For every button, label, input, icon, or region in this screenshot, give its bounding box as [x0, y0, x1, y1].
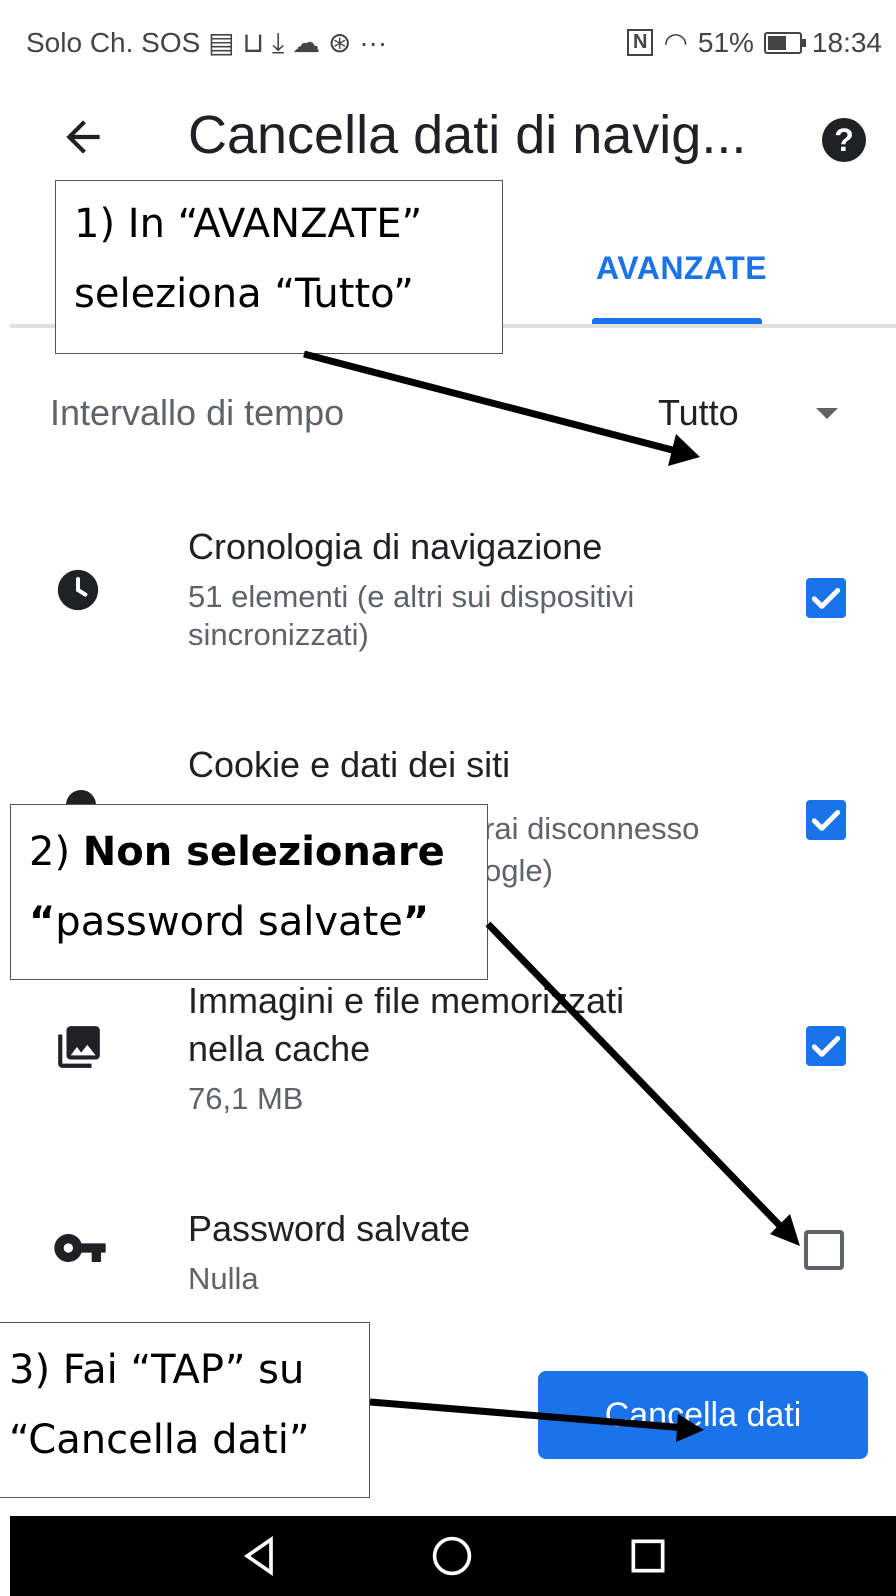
annotation-step1-line2: seleziona “Tutto” — [74, 271, 414, 317]
history-title: Cronologia di navigazione — [188, 526, 603, 567]
sim-card-icon: ▤ — [208, 27, 235, 58]
annotation-step3: 3) Fai “TAP” su “Cancella dati” — [0, 1322, 370, 1498]
annotation-step3-line2: “Cancella dati” — [9, 1417, 310, 1463]
dropdown-arrow-icon[interactable] — [816, 408, 838, 419]
cookies-subtitle-2: ogle) — [484, 853, 553, 888]
clock-icon — [57, 569, 99, 611]
page-title: Cancella dati di navig... — [188, 105, 747, 165]
cache-size: 76,1 MB — [188, 1081, 304, 1116]
cache-title-2: nella cache — [188, 1028, 371, 1069]
help-icon[interactable]: ? — [822, 118, 866, 162]
history-subtitle-1: 51 elementi (e altri sui dispositivi — [188, 579, 635, 614]
cookies-checkbox[interactable] — [806, 800, 846, 840]
download-icon: ⤓ — [271, 27, 285, 58]
image-stack-icon — [58, 1026, 100, 1068]
back-arrow-icon[interactable] — [58, 112, 108, 162]
arrow-step1-head — [668, 434, 700, 466]
annotation-step2: 2) Non selezionare “password salvate” — [10, 804, 488, 980]
time-range-label: Intervallo di tempo — [50, 392, 345, 433]
navigation-bar — [10, 1516, 896, 1596]
cookies-subtitle-1: rai disconnesso — [484, 811, 700, 846]
cloud-icon: ☁ — [292, 27, 321, 58]
passwords-checkbox[interactable] — [804, 1230, 844, 1270]
laptop-icon: ⊔ — [242, 27, 265, 58]
annotation-step2-line1: 2) Non selezionare — [29, 817, 487, 887]
annotation-step1-line1: 1) In “AVANZATE” — [74, 201, 423, 247]
annotation-step2-quote-close: ” — [402, 899, 430, 945]
nav-back-icon[interactable] — [238, 1534, 282, 1578]
annotation-step2-prefix: 2) — [29, 829, 83, 875]
battery-icon — [763, 31, 806, 54]
clock-time: 18:34 — [811, 26, 882, 58]
history-checkbox[interactable] — [806, 578, 846, 618]
annotation-step2-line2: “password salvate” — [29, 887, 487, 957]
nav-home-icon[interactable] — [430, 1534, 474, 1578]
carrier-text: Solo Ch. SOS — [26, 27, 201, 58]
annotation-step2-quote-open: “ — [29, 899, 56, 945]
nfc-icon: N — [626, 29, 654, 56]
tab-advanced[interactable]: AVANZATE — [596, 250, 767, 287]
passwords-subtitle: Nulla — [188, 1261, 259, 1296]
steering-icon: ⊛ — [327, 27, 352, 58]
key-icon — [54, 1234, 106, 1262]
annotation-step1: 1) In “AVANZATE” seleziona “Tutto” — [55, 180, 503, 354]
passwords-title: Password salvate — [188, 1208, 471, 1249]
cache-checkbox[interactable] — [806, 1026, 846, 1066]
status-bar-right: N ◠ 51% 18:34 — [626, 26, 882, 59]
annotation-step3-line1: 3) Fai “TAP” su — [9, 1347, 305, 1393]
more-icon: ··· — [359, 27, 388, 58]
annotation-step2-text: password salvate — [55, 899, 403, 945]
annotation-step2-bold: Non selezionare — [82, 829, 445, 875]
status-bar-left: Solo Ch. SOS ▤ ⊔ ⤓ ☁ ⊛ ··· — [26, 26, 387, 60]
cache-title-1: Immagini e file memorizzati — [188, 980, 625, 1021]
battery-percent: 51% — [697, 26, 754, 58]
wifi-icon: ◠ — [663, 27, 688, 58]
nav-recents-icon[interactable] — [626, 1534, 670, 1578]
time-range-select[interactable]: Tutto — [658, 392, 739, 434]
clear-data-button[interactable]: Cancella dati — [538, 1371, 868, 1459]
cookies-title: Cookie e dati dei siti — [188, 744, 511, 785]
arrow-step1 — [303, 350, 681, 456]
history-subtitle-2: sincronizzati) — [188, 617, 369, 652]
